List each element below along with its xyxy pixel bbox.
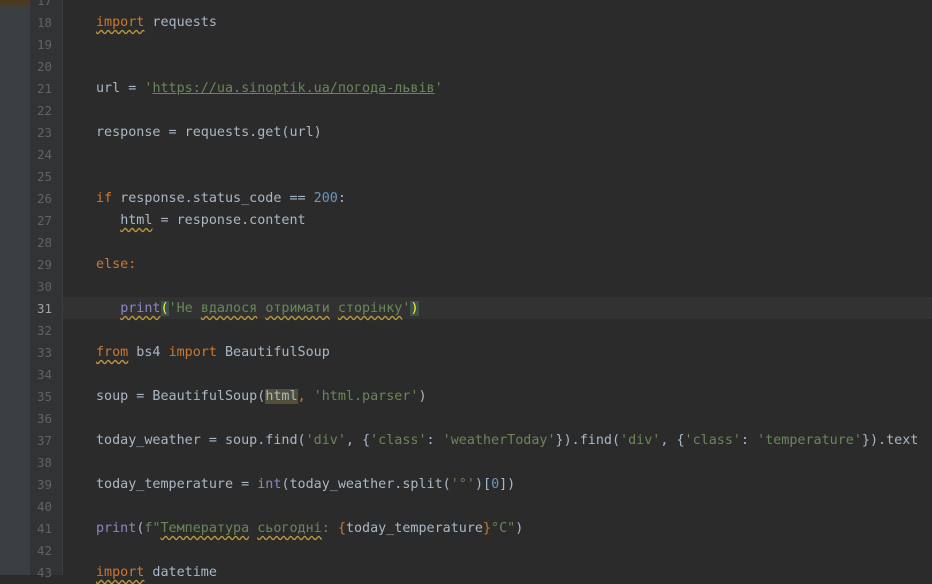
code-line-21[interactable]: url = 'https://ua.sinoptik.ua/погода-льв…	[96, 78, 443, 100]
code-line-37[interactable]: today_weather = soup.find('div', {'class…	[96, 430, 918, 452]
line-number-18[interactable]: 18	[30, 12, 62, 34]
line-number-40[interactable]: 40	[30, 496, 62, 518]
scroll-marker	[0, 0, 30, 6]
line-number-34[interactable]: 34	[30, 364, 62, 386]
code-line-18[interactable]: import requests	[96, 12, 217, 34]
code-line-43[interactable]: import datetime	[96, 562, 217, 584]
line-number-20[interactable]: 20	[30, 56, 62, 78]
code-line-41[interactable]: print(f"Температура сьогодні: {today_tem…	[96, 518, 523, 540]
line-number-39[interactable]: 39	[30, 474, 62, 496]
keyword-import: import	[96, 15, 145, 30]
line-number-22[interactable]: 22	[30, 100, 62, 122]
line-number-29[interactable]: 29	[30, 254, 62, 276]
line-number-25[interactable]: 25	[30, 166, 62, 188]
line-number-gutter[interactable]: 17 18 19 20 21 22 23 24 25 26 27 28 29 30 31 32 33 34 35 36…	[30, 0, 62, 580]
url-link[interactable]: https://ua.sinoptik.ua/погода-львів	[152, 81, 434, 96]
line-number-41[interactable]: 41	[30, 518, 62, 540]
code-line-33[interactable]: from bs4 import BeautifulSoup	[96, 342, 330, 364]
code-line-39[interactable]: today_temperature = int(today_weather.sp…	[96, 474, 515, 496]
line-number-19[interactable]: 19	[30, 34, 62, 56]
line-number-36[interactable]: 36	[30, 408, 62, 430]
code-line-35[interactable]: soup = BeautifulSoup(html, 'html.parser'…	[96, 386, 427, 408]
line-number-17[interactable]: 17	[30, 0, 62, 12]
line-number-43[interactable]: 43	[30, 562, 62, 584]
line-number-33[interactable]: 33	[30, 342, 62, 364]
line-number-28[interactable]: 28	[30, 232, 62, 254]
line-number-42[interactable]: 42	[30, 540, 62, 562]
line-number-31[interactable]: 31	[30, 298, 62, 320]
line-number-24[interactable]: 24	[30, 144, 62, 166]
line-number-23[interactable]: 23	[30, 122, 62, 144]
code-line-26[interactable]: if response.status_code == 200:	[96, 188, 346, 210]
code-line-31[interactable]: print('Не вдалося отримати сторінку')	[96, 298, 419, 320]
line-number-21[interactable]: 21	[30, 78, 62, 100]
line-number-30[interactable]: 30	[30, 276, 62, 298]
code-line-29[interactable]: else:	[96, 254, 136, 276]
line-number-35[interactable]: 35	[30, 386, 62, 408]
code-line-27[interactable]: html = response.content	[96, 210, 305, 232]
line-number-32[interactable]: 32	[30, 320, 62, 342]
line-number-38[interactable]: 38	[30, 452, 62, 474]
line-number-37[interactable]: 37	[30, 430, 62, 452]
code-editor[interactable]: import requests url = 'https://ua.sinopt…	[63, 0, 932, 580]
tool-window-strip	[0, 0, 30, 575]
code-line-23[interactable]: response = requests.get(url)	[96, 122, 322, 144]
line-number-27[interactable]: 27	[30, 210, 62, 232]
line-number-26[interactable]: 26	[30, 188, 62, 210]
